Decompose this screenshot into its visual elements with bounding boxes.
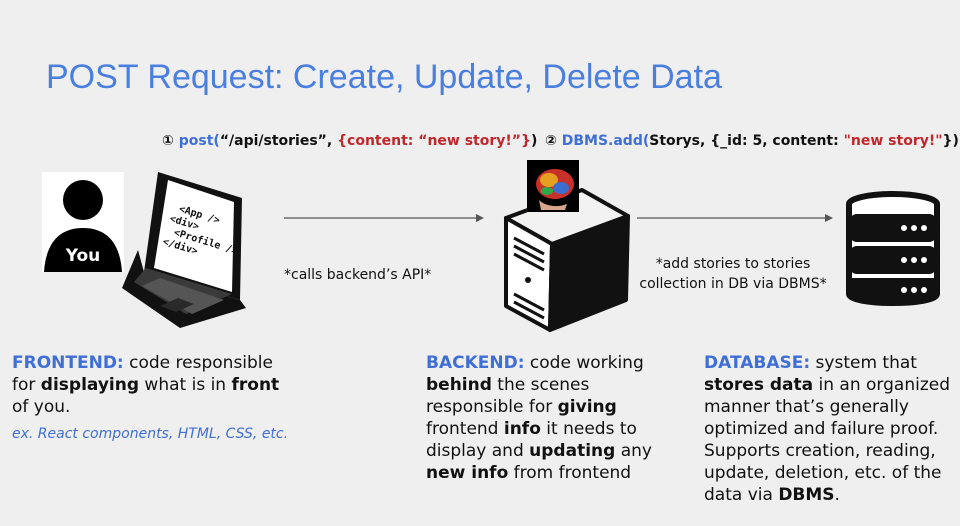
backend-description: BACKEND: code working behind the scenes … [426, 352, 662, 484]
dbms-close: }) [942, 133, 959, 149]
dbms-call: DBMS.add( [561, 133, 650, 149]
database-bold-stores-data: stores data [704, 375, 814, 395]
post-body: {content: “new story!”} [337, 133, 531, 149]
backend-bold-new-info: new info [426, 463, 509, 483]
backend-bold-updating: updating [529, 441, 616, 461]
backend-text-6: from frontend [508, 463, 632, 483]
frontend-heading: FRONTEND: [12, 353, 124, 373]
database-text-3: . [834, 485, 840, 505]
step-one-label: ① post(“/api/stories”, {content: “new st… [162, 133, 537, 149]
dbms-args: Storys, {_id: 5, content: [649, 133, 844, 149]
arrow-backend-to-database [637, 214, 833, 222]
backend-bold-giving: giving [557, 397, 617, 417]
backend-text-3: frontend [426, 419, 504, 439]
backend-text-5: any [615, 441, 652, 461]
frontend-bold-front: front [231, 375, 280, 395]
frontend-bold-displaying: displaying [40, 375, 140, 395]
user-label: You [65, 246, 101, 266]
frontend-text-2: what is in [139, 375, 232, 395]
backend-text-1: code working [524, 353, 644, 373]
backend-bold-info: info [503, 419, 541, 439]
user-avatar: You [42, 172, 124, 272]
step-two-number: ② [545, 133, 557, 149]
post-endpoint: “/api/stories”, [219, 133, 338, 149]
database-icon [846, 191, 940, 306]
brain-icon [527, 160, 579, 212]
frontend-text-3: of you. [12, 397, 71, 417]
api-call-note: *calls backend’s API* [284, 267, 432, 283]
step-one-number: ① [162, 133, 174, 149]
database-bold-dbms: DBMS [778, 485, 835, 505]
db-add-note: *add stories to stories collection in DB… [628, 254, 838, 294]
frontend-example: ex. React components, HTML, CSS, etc. [12, 426, 289, 442]
arrow-frontend-to-backend [284, 214, 484, 222]
post-call: post( [178, 133, 220, 149]
db-add-note-line-2: collection in DB via DBMS* [639, 276, 827, 292]
database-text-1: system that [810, 353, 917, 373]
frontend-description: FRONTEND: code responsible for displayin… [12, 352, 284, 418]
post-close: ) [530, 133, 538, 149]
dbms-value: "new story!" [843, 133, 943, 149]
step-two-label: ② DBMS.add(Storys, {_id: 5, content: "ne… [545, 133, 959, 149]
backend-heading: BACKEND: [426, 353, 525, 373]
backend-bold-behind: behind [426, 375, 492, 395]
database-heading: DATABASE: [704, 353, 811, 373]
db-add-note-line-1: *add stories to stories [655, 256, 811, 272]
database-description: DATABASE: system that stores data in an … [704, 352, 954, 506]
slide-title: POST Request: Create, Update, Delete Dat… [46, 58, 722, 96]
